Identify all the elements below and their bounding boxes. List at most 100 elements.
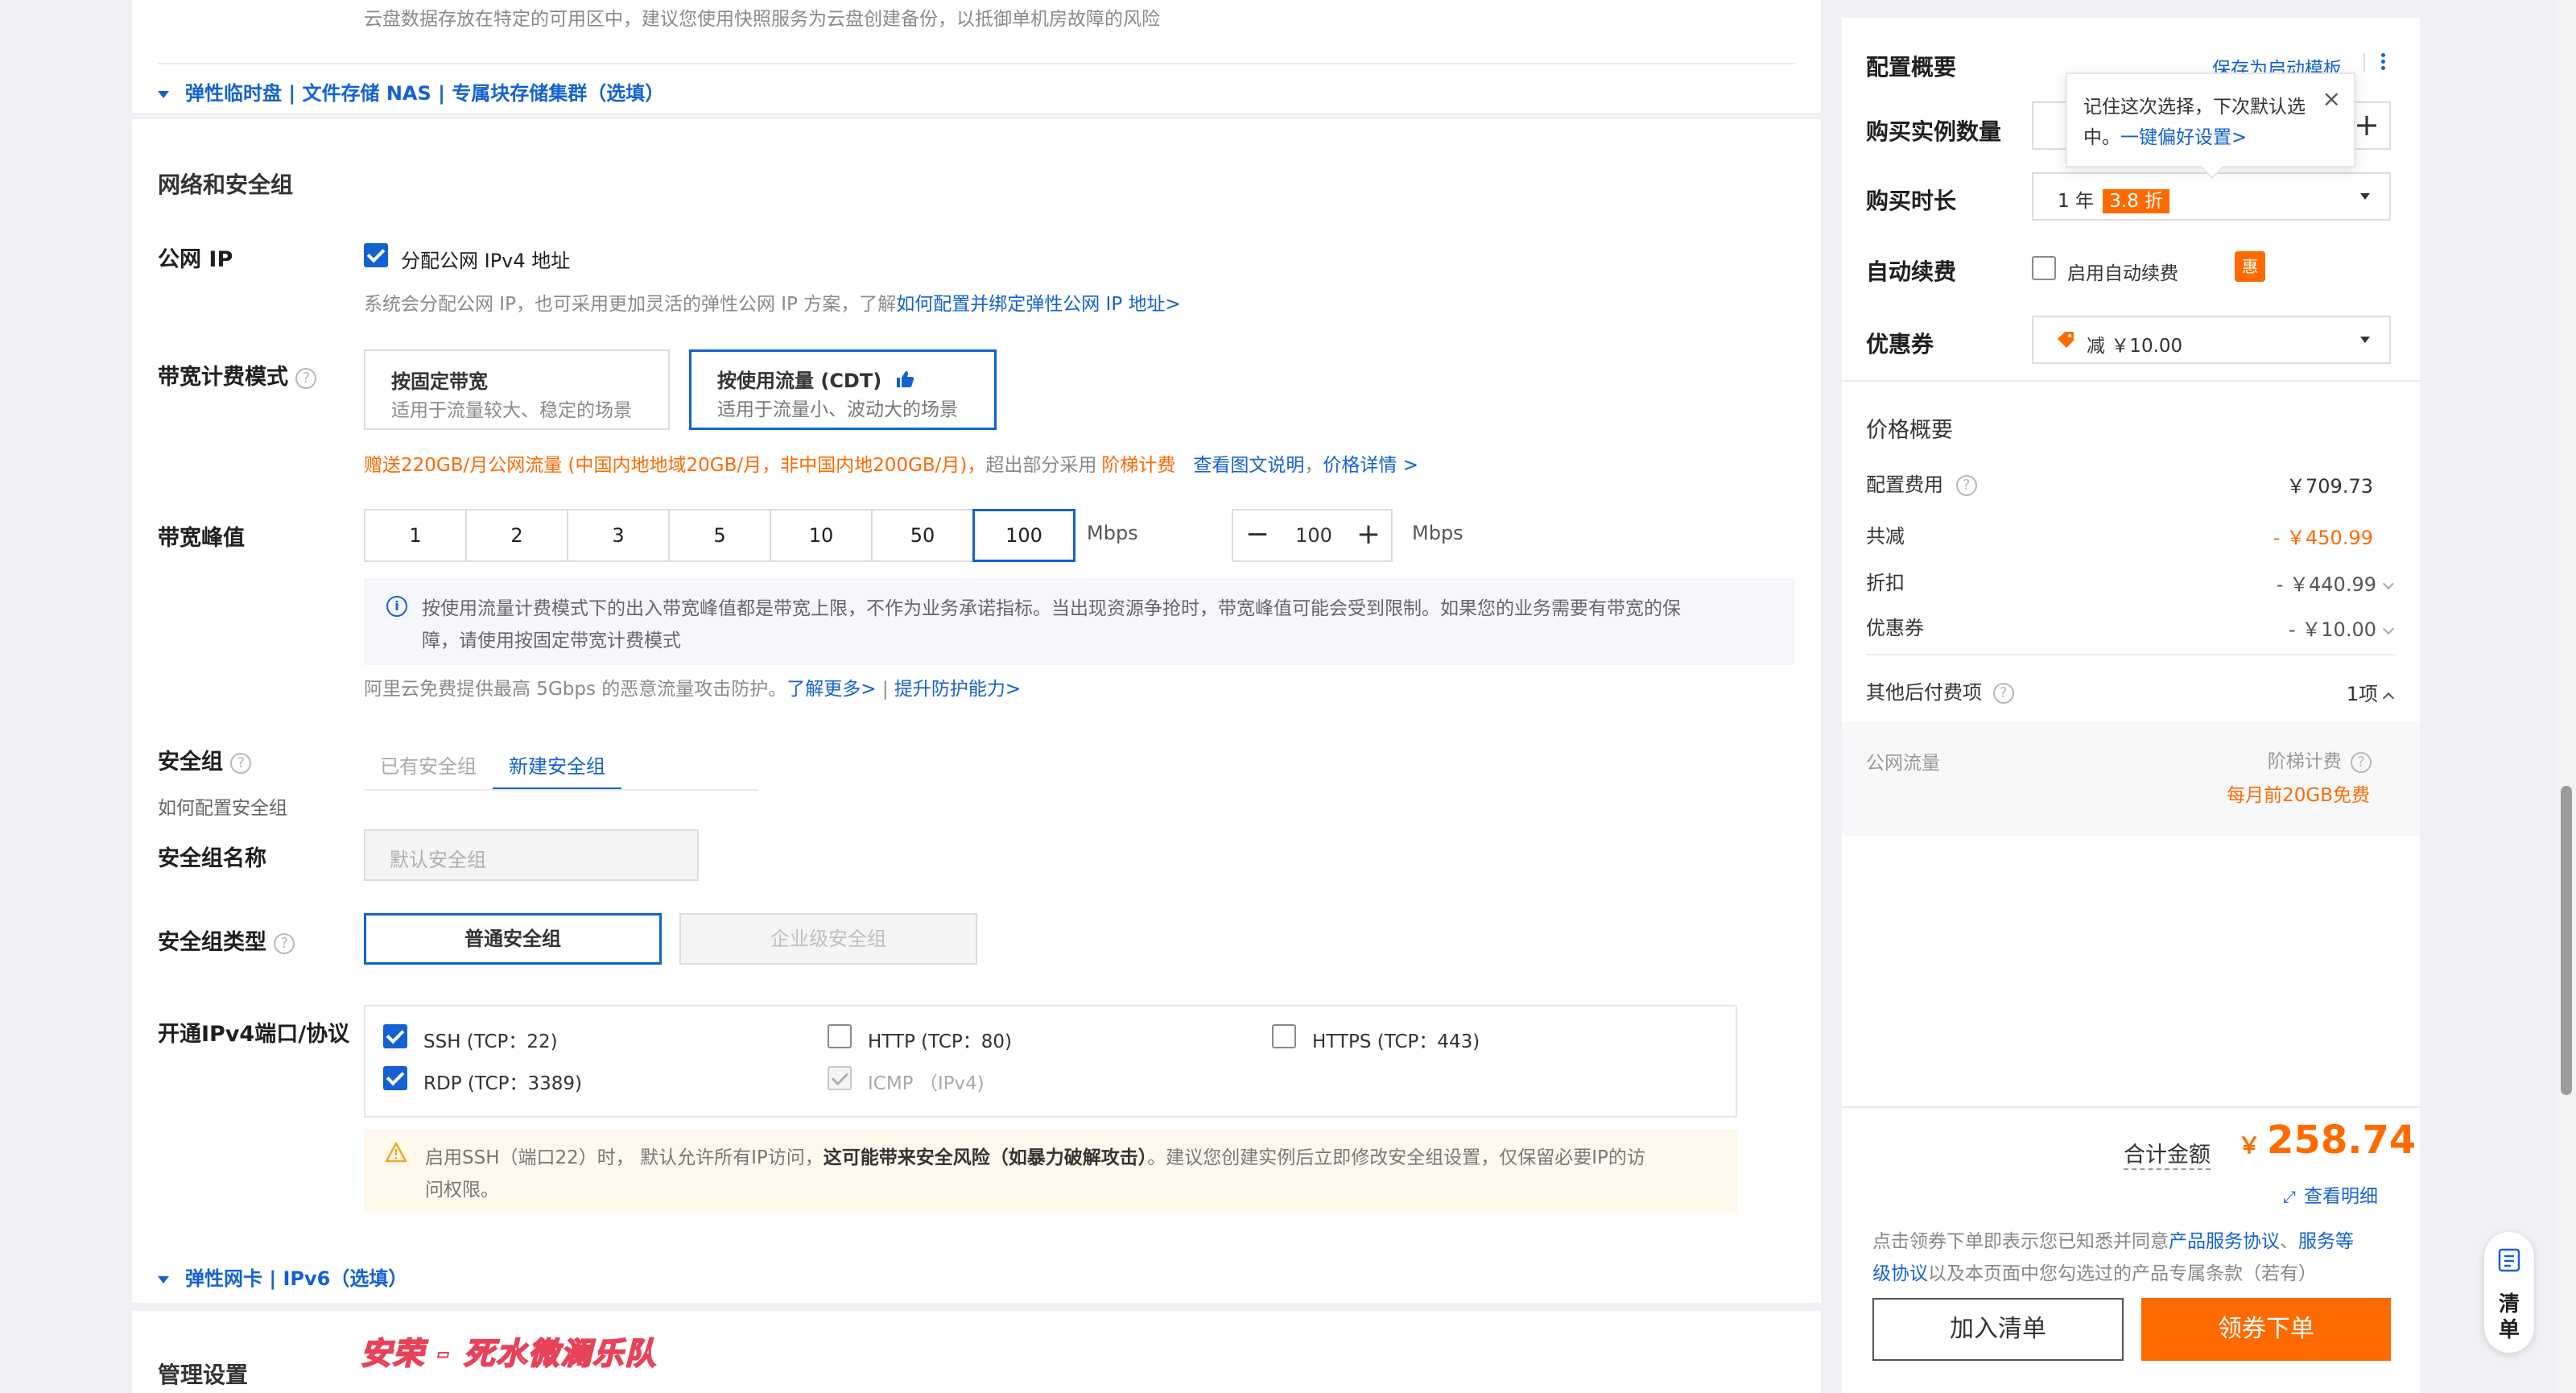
public-ip-checkbox-label: 分配公网 IPv4 地址 [401, 250, 571, 272]
config-main-panel: 云盘数据存放在特定的可用区中，建议您使用快照服务为云盘创建备份，以抵御单机房故障… [132, 0, 1821, 1393]
port-icmp-label: ICMP （IPv4) [868, 1073, 985, 1094]
chevron-up-icon [2382, 692, 2395, 705]
billing-option-title: 按固定带宽 [391, 370, 488, 393]
coupon-price-value: - ￥10.00 [2289, 618, 2376, 641]
divider [1842, 1106, 2420, 1108]
sg-name-placeholder: 默认安全组 [390, 849, 486, 871]
help-icon[interactable]: ? [1955, 475, 1977, 496]
network-security-card: 网络和安全组 公网 IP 分配公网 IPv4 地址 系统会分配公网 IP，也可采… [132, 119, 1821, 1303]
bandwidth-options: 1 2 3 5 10 50 100 [364, 509, 1075, 562]
security-group-tabs: 已有安全组 新建安全组 [364, 752, 758, 792]
eip-guide-link[interactable]: 如何配置并绑定弹性公网 IP 地址> [896, 294, 1181, 315]
ddos-learn-more-link[interactable]: 了解更多> [786, 679, 876, 700]
floating-cart-button[interactable]: 清单 [2484, 1232, 2534, 1353]
sla-link[interactable]: 服务等 [2298, 1231, 2354, 1252]
coupon-label: 优惠券 [1866, 331, 1934, 358]
traffic-panel: 公网流量 阶梯计费 ? 每月前20GB免费 [1842, 721, 2420, 836]
bandwidth-info-line1: 按使用流量计费模式下的出入带宽峰值都是带宽上限，不作为业务承诺指标。当出现资源争… [422, 598, 1681, 619]
tab-new-sg[interactable]: 新建安全组 [493, 752, 621, 791]
coupon-row-value[interactable]: - ￥10.00 [2289, 614, 2395, 642]
page-scrollbar-thumb[interactable] [2561, 786, 2572, 1095]
bandwidth-option-5[interactable]: 5 [668, 509, 771, 562]
sg-name-input[interactable]: 默认安全组 [364, 829, 699, 881]
page-scrollbar-track[interactable] [2557, 0, 2576, 1393]
ssh-warning-box: 启用SSH（端口22）时， 默认允许所有IP访问，这可能带来安全风险（如暴力破解… [364, 1129, 1737, 1213]
divider [1866, 654, 2396, 655]
auto-renew-checkbox[interactable] [2032, 256, 2056, 280]
billing-option-title: 按使用流量 (CDT) [717, 365, 914, 394]
sla-link-cont[interactable]: 级协议 [1872, 1263, 1928, 1284]
promo-guide-link[interactable]: 查看图文说明 [1193, 455, 1304, 476]
floating-cart-label: 清单 [2484, 1292, 2534, 1343]
service-agreement-link[interactable]: 产品服务协议 [2169, 1231, 2280, 1252]
bandwidth-option-50[interactable]: 50 [871, 509, 974, 562]
ddos-upgrade-link[interactable]: 提升防护能力> [894, 679, 1021, 700]
public-ip-checkbox[interactable] [364, 243, 388, 267]
tooltip-line: 中。 [2083, 127, 2120, 148]
port-http-checkbox[interactable] [828, 1024, 852, 1048]
public-ip-label: 公网 IP [158, 247, 233, 272]
duration-select[interactable]: 1 年 3.8 折 [2032, 172, 2391, 221]
security-group-guide-link[interactable]: 如何配置安全组 [158, 792, 287, 820]
port-rdp-checkbox[interactable] [383, 1066, 407, 1090]
promo-overage-text: 超出部分采用 [985, 455, 1097, 476]
config-fee-label: 配置费用 [1866, 473, 1943, 496]
discount-row-value[interactable]: - ￥440.99 [2277, 568, 2395, 597]
preference-settings-link[interactable]: 一键偏好设置> [2120, 127, 2247, 148]
sg-type-enterprise[interactable]: 企业级安全组 [679, 913, 977, 965]
help-icon[interactable]: ? [295, 367, 317, 389]
price-detail-link[interactable]: 价格详情 > [1323, 455, 1418, 476]
storage-card: 云盘数据存放在特定的可用区中，建议您使用快照服务为云盘创建备份，以抵御单机房故障… [132, 0, 1821, 113]
other-fee-toggle[interactable]: 1项 [2346, 678, 2395, 706]
bandwidth-option-10[interactable]: 10 [770, 509, 873, 562]
bandwidth-option-1[interactable]: 1 [364, 509, 467, 562]
bandwidth-stepper-value[interactable]: 100 [1282, 510, 1346, 560]
help-icon[interactable]: ? [230, 752, 252, 774]
qty-label: 购买实例数量 [1866, 118, 2002, 145]
billing-option-desc: 适用于流量较大、稳定的场景 [391, 400, 632, 421]
warning-icon [385, 1142, 407, 1166]
storage-backup-hint: 云盘数据存放在特定的可用区中，建议您使用快照服务为云盘创建备份，以抵御单机房故障… [364, 9, 1160, 30]
plus-icon[interactable]: + [1346, 510, 1391, 560]
chevron-down-icon [2360, 193, 2370, 200]
storage-expand-toggle[interactable]: 弹性临时盘 | 文件存储 NAS | 专属块存储集群（选填） [158, 77, 664, 105]
billing-option-cdt[interactable]: 按使用流量 (CDT) 适用于流量小、波动大的场景 [689, 349, 997, 430]
tab-existing-sg[interactable]: 已有安全组 [364, 752, 493, 791]
order-button[interactable]: 领券下单 [2141, 1298, 2391, 1361]
sg-type-normal[interactable]: 普通安全组 [364, 913, 662, 965]
traffic-free: 每月前20GB免费 [2227, 785, 2370, 806]
bandwidth-option-3[interactable]: 3 [567, 509, 670, 562]
warn-part: 。建议您创建实例后立即修改安全组设置，仅保留必要IP的访 [1147, 1147, 1645, 1168]
order-summary-panel: 配置概要 保存为启动模板 购买实例数量 + 购买时长 1 年 3.8 折 自动续… [1842, 18, 2420, 1393]
close-icon[interactable]: × [2322, 85, 2341, 112]
other-fee-count: 1项 [2346, 683, 2378, 705]
bandwidth-option-2[interactable]: 2 [465, 509, 568, 562]
help-icon[interactable]: ? [274, 932, 295, 954]
add-cart-button[interactable]: 加入清单 [1872, 1298, 2124, 1361]
port-https-checkbox[interactable] [1272, 1024, 1296, 1048]
bandwidth-info-line2: 障，请使用按固定带宽计费模式 [422, 630, 681, 651]
help-icon[interactable]: ? [1992, 683, 2014, 704]
agree-text: 以及本页面中您勾选过的产品专属条款（若有） [1928, 1263, 2317, 1284]
port-ssh-checkbox[interactable] [383, 1024, 407, 1048]
help-icon[interactable]: ? [2351, 751, 2372, 773]
chevron-down-icon [2382, 577, 2395, 590]
duration-value-text: 1 年 [2058, 191, 2094, 212]
view-detail-link[interactable]: ⤢ 查看明细 [2283, 1180, 2378, 1208]
agree-separator: 、 [2280, 1231, 2298, 1252]
eni-expand-toggle[interactable]: 弹性网卡 | IPv6（选填） [158, 1263, 407, 1291]
more-icon[interactable] [2380, 52, 2386, 76]
billing-option-desc: 适用于流量小、波动大的场景 [717, 399, 958, 420]
storage-expand-label: 弹性临时盘 | 文件存储 NAS | 专属块存储集群（选填） [185, 82, 665, 105]
bandwidth-option-100[interactable]: 100 [972, 509, 1075, 562]
minus-icon[interactable]: − [1233, 510, 1282, 560]
coupon-tag-icon [2056, 330, 2075, 349]
eni-expand-label: 弹性网卡 | IPv6（选填） [185, 1267, 408, 1290]
total-value: 258.74 [2267, 1118, 2417, 1163]
coupon-select[interactable]: 减 ￥10.00 [2032, 316, 2391, 364]
ddos-hint: 阿里云免费提供最高 5Gbps 的恶意流量攻击防护。了解更多> | 提升防护能力… [364, 673, 1021, 701]
ssh-warning-text: 启用SSH（端口22）时， 默认允许所有IP访问，这可能带来安全风险（如暴力破解… [425, 1142, 1729, 1206]
ddos-separator: | [881, 679, 889, 700]
warn-part: 启用SSH（端口22）时， 默认允许所有IP访问， [425, 1147, 824, 1168]
billing-option-fixed[interactable]: 按固定带宽 适用于流量较大、稳定的场景 [364, 349, 670, 430]
